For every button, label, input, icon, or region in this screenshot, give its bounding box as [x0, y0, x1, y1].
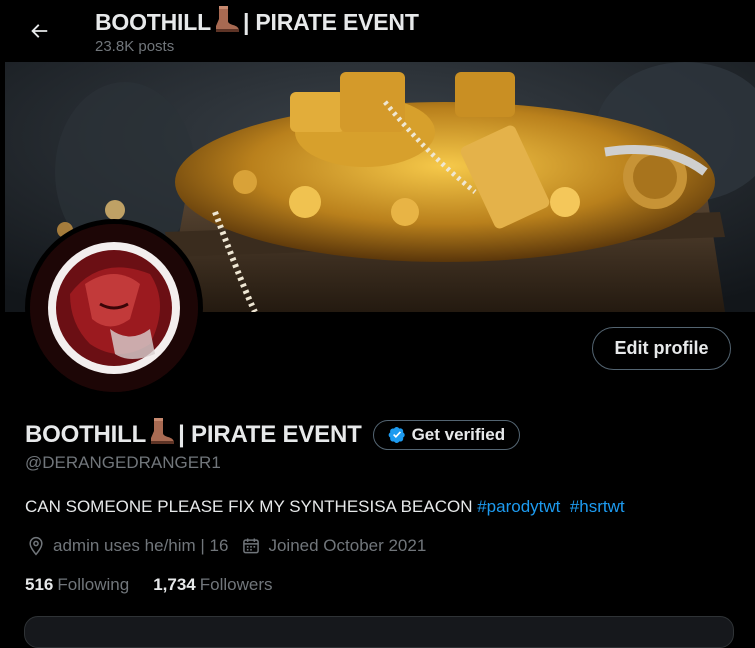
edit-profile-button[interactable]: Edit profile [592, 327, 731, 370]
profile-name: BOOTHILL | PIRATE EVENT [25, 417, 362, 452]
boot-emoji-icon [214, 5, 240, 39]
calendar-icon [240, 535, 262, 557]
get-verified-button[interactable]: Get verified [372, 419, 521, 450]
next-section-card [24, 616, 734, 648]
back-button[interactable] [22, 14, 56, 48]
profile-name-text: BOOTHILL [25, 421, 147, 448]
hashtag-hsrtwt[interactable]: #hsrtwt [570, 497, 625, 516]
profile-handle: @DERANGEDRANGER1 [25, 453, 221, 472]
profile-meta: admin uses he/him | 16 Joined October 20… [25, 535, 426, 557]
profile-location: admin uses he/him | 16 [53, 536, 229, 555]
verified-badge-icon [388, 426, 405, 443]
posts-count: 23.8K posts [95, 38, 175, 55]
header-title: BOOTHILL | PIRATE EVENT [95, 5, 419, 39]
profile-header-bar: BOOTHILL | PIRATE EVENT 23.8K posts [0, 0, 755, 62]
hashtag-parodytwt[interactable]: #parodytwt [477, 497, 560, 516]
get-verified-label: Get verified [411, 424, 506, 444]
followers-count: 1,734 [153, 575, 196, 594]
profile-name-row: BOOTHILL | PIRATE EVENT Get verified [25, 417, 521, 452]
header-title-suffix: | PIRATE EVENT [242, 9, 419, 35]
avatar-image [30, 224, 198, 392]
followers-label: Followers [199, 575, 273, 594]
followers-link[interactable]: 1,734 Followers [153, 575, 272, 595]
bio-text: CAN SOMEONE PLEASE FIX MY SYNTHESISA BEA… [25, 497, 473, 516]
header-title-text: BOOTHILL [95, 9, 211, 35]
profile-joined-date: Joined October 2021 [268, 536, 427, 555]
following-label: Following [57, 575, 130, 594]
location-pin-icon [25, 535, 47, 557]
boot-emoji-icon [149, 417, 175, 452]
profile-name-suffix: | PIRATE EVENT [178, 421, 362, 448]
following-link[interactable]: 516 Following [25, 575, 129, 595]
profile-bio: CAN SOMEONE PLEASE FIX MY SYNTHESISA BEA… [25, 497, 625, 517]
follow-stats: 516 Following 1,734 Followers [25, 575, 272, 595]
following-count: 516 [25, 575, 54, 594]
arrow-left-icon [31, 24, 48, 38]
profile-avatar[interactable] [25, 219, 203, 397]
